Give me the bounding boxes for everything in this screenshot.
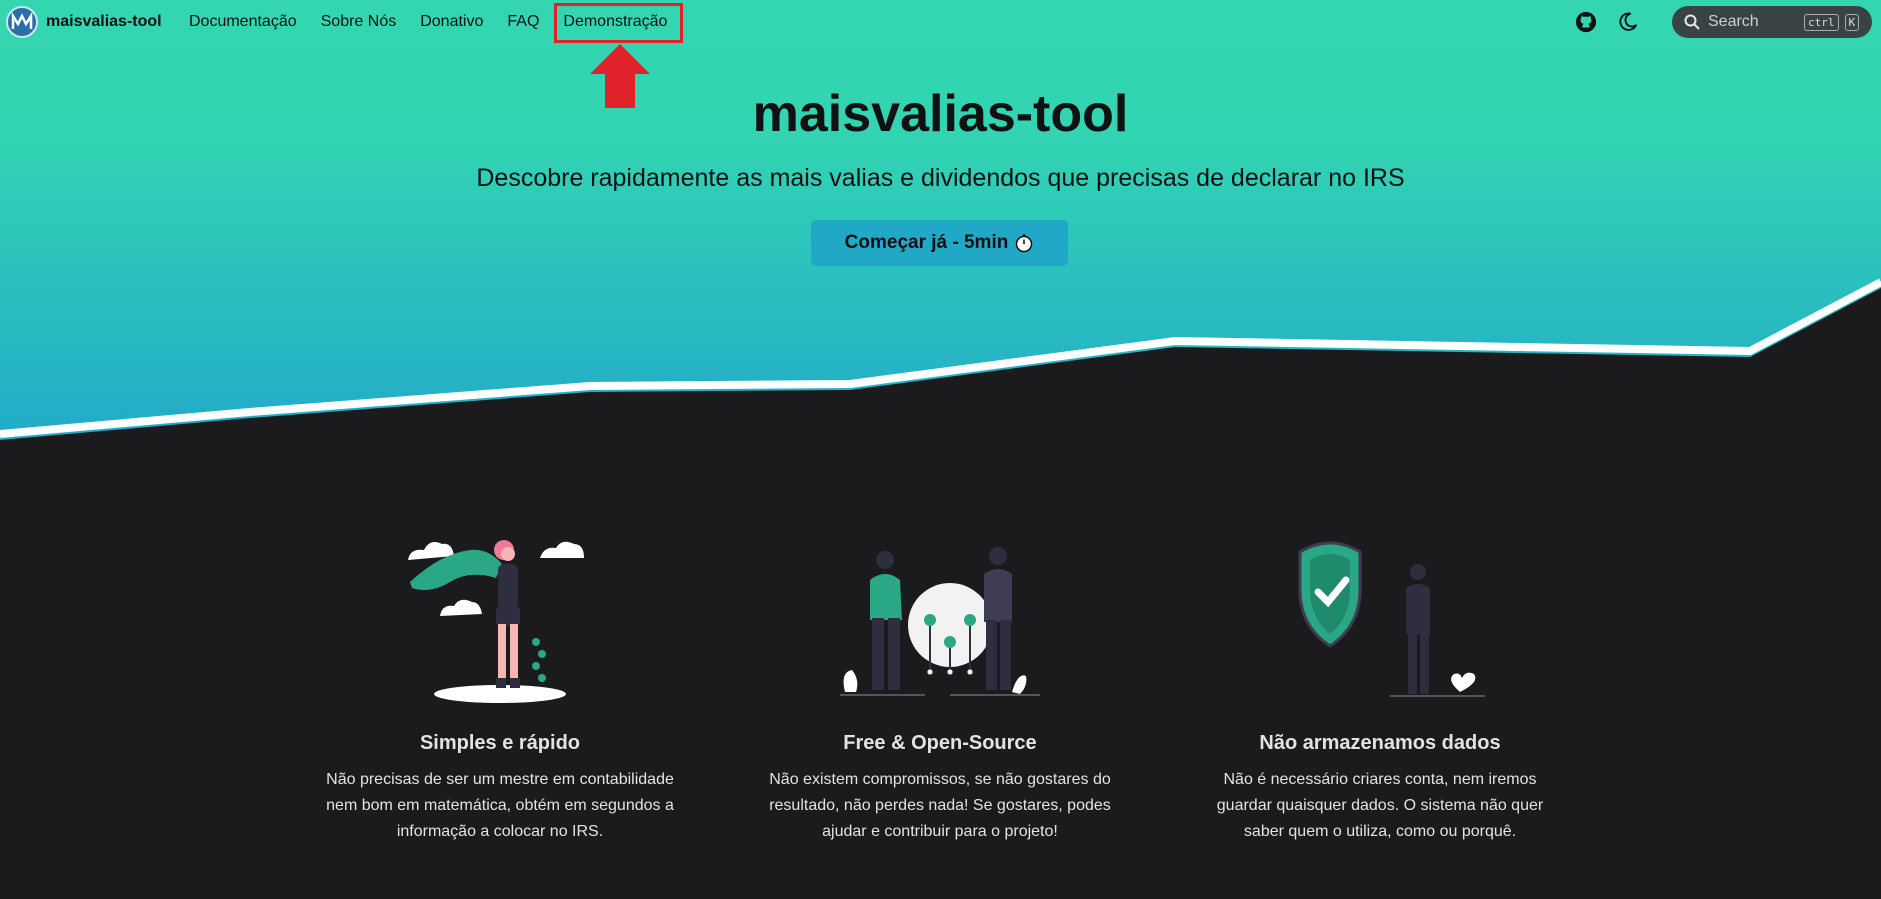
team-checklist-illustration bbox=[840, 547, 1040, 696]
kbd-k: K bbox=[1844, 13, 1860, 31]
timer-icon bbox=[1016, 234, 1033, 253]
brand-link[interactable]: maisvalias-tool bbox=[6, 6, 162, 38]
annotation-highlight-box bbox=[554, 3, 683, 43]
feature-title: Simples e rápido bbox=[419, 732, 581, 754]
search-placeholder: Search bbox=[1708, 13, 1759, 30]
start-button[interactable]: Começar já - 5min bbox=[811, 220, 1068, 266]
feature-text: Não precisas de ser um mestre em contabi… bbox=[326, 771, 674, 840]
kbd-ctrl: ctrl bbox=[1804, 13, 1839, 31]
search-button[interactable]: Search ctrl K bbox=[1672, 6, 1872, 38]
brand-name: maisvalias-tool bbox=[46, 13, 162, 30]
feature-title: Free & Open-Source bbox=[843, 732, 1037, 754]
superhero-illustration bbox=[408, 540, 584, 703]
feature-simples: Simples e rápido Não precisas de ser um … bbox=[290, 530, 710, 845]
shield-person-illustration bbox=[1298, 541, 1485, 697]
nav-link-sobre-nos[interactable]: Sobre Nós bbox=[321, 13, 397, 31]
nav-link-donativo[interactable]: Donativo bbox=[420, 13, 483, 31]
logo-icon bbox=[6, 6, 38, 38]
hero-title: maisvalias-tool bbox=[752, 85, 1129, 143]
hero-subtitle: Descobre rapidamente as mais valias e di… bbox=[476, 164, 1405, 192]
search-icon bbox=[1684, 14, 1700, 30]
navbar: maisvalias-tool Documentação Sobre Nós D… bbox=[0, 0, 1881, 44]
moon-icon[interactable] bbox=[1617, 11, 1639, 33]
feature-text: Não é necessário criares conta, nem irem… bbox=[1216, 771, 1544, 840]
nav-link-faq[interactable]: FAQ bbox=[507, 13, 539, 31]
github-icon[interactable] bbox=[1575, 11, 1597, 33]
feature-open-source: Free & Open-Source Não existem compromis… bbox=[730, 530, 1150, 845]
nav-link-documentacao[interactable]: Documentação bbox=[189, 13, 297, 31]
start-button-label: Começar já - 5min bbox=[844, 232, 1009, 253]
feature-text: Não existem compromissos, se não gostare… bbox=[769, 771, 1111, 840]
feature-privacy: Não armazenamos dados Não é necessário c… bbox=[1170, 530, 1590, 845]
feature-title: Não armazenamos dados bbox=[1259, 732, 1501, 754]
